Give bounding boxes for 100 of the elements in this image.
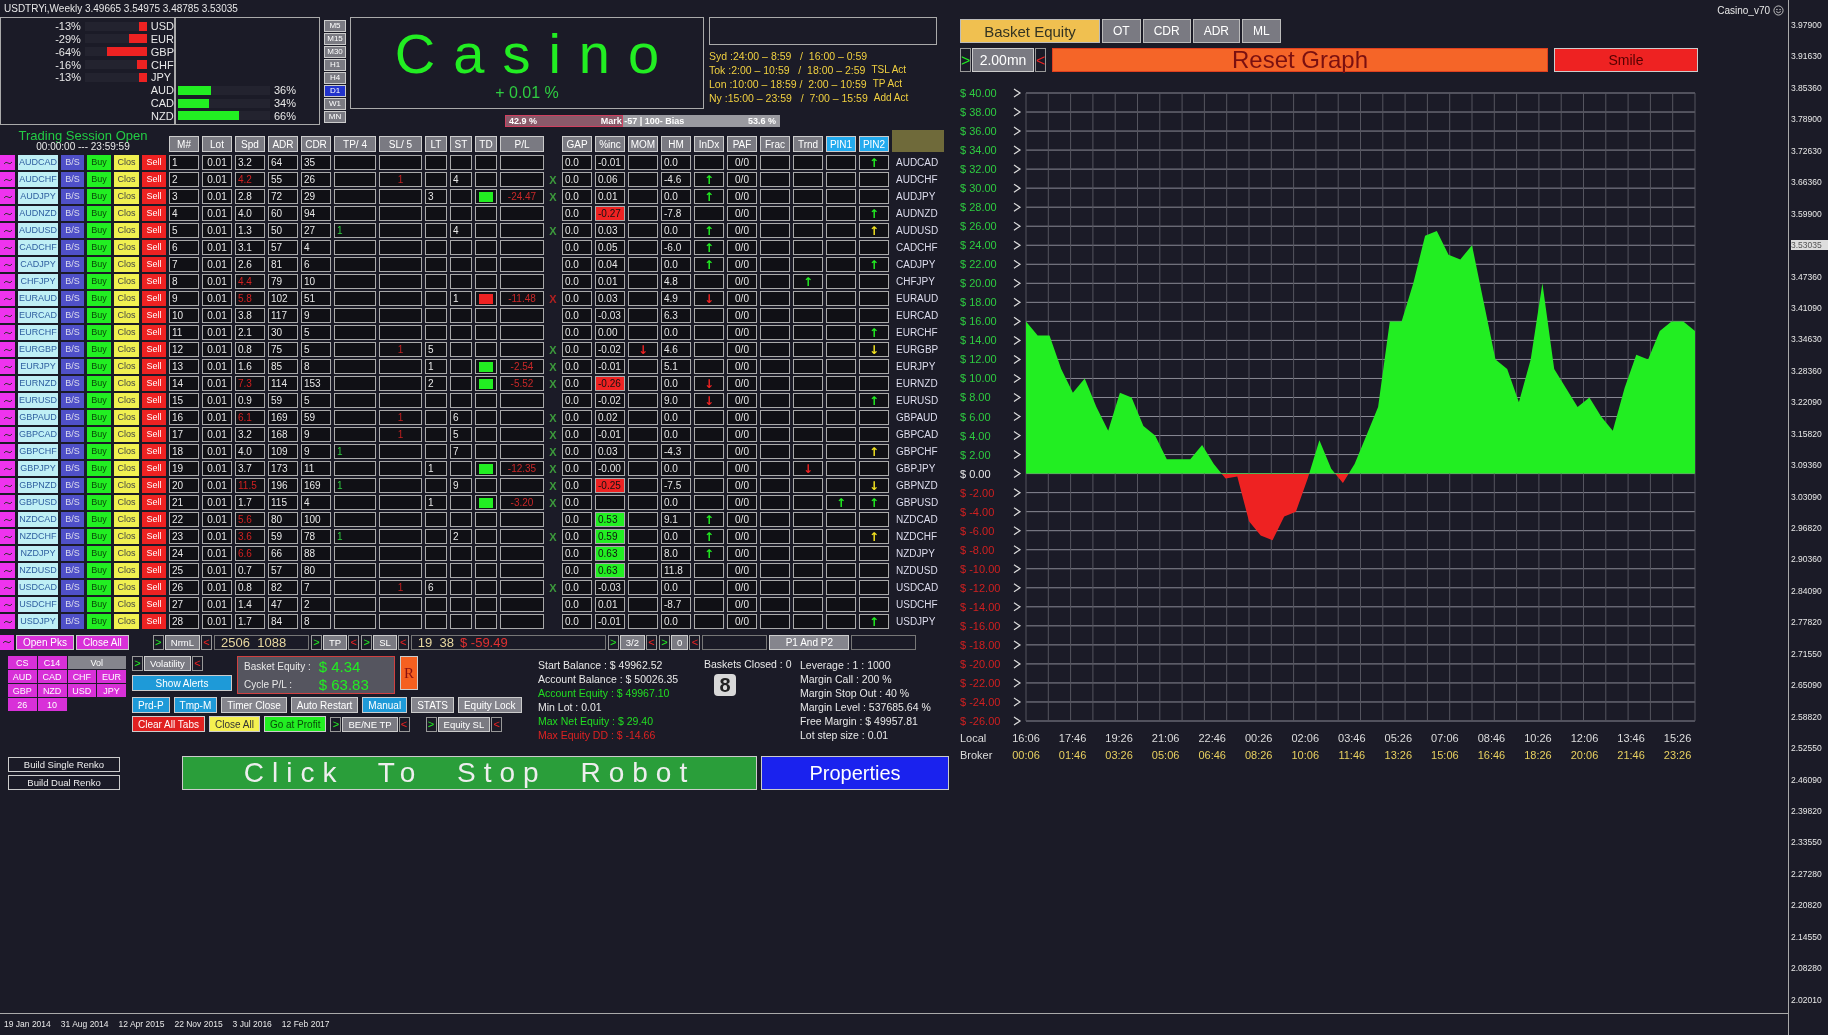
sell-button[interactable]: Sell [142, 240, 166, 255]
sell-button[interactable]: Sell [142, 257, 166, 272]
symbol-button[interactable]: AUDCAD [18, 155, 58, 170]
buy-sell-button[interactable]: B/S [61, 359, 84, 374]
take-profit-button[interactable]: TP [323, 634, 348, 650]
buy-sell-button[interactable]: B/S [61, 580, 84, 595]
timeframe-button[interactable]: D1 [324, 85, 346, 97]
symbol-button[interactable]: EURNZD [18, 376, 58, 391]
chart-tab[interactable]: ML [1242, 19, 1281, 43]
close-button[interactable]: Clos [114, 614, 139, 629]
sell-button[interactable]: Sell [142, 308, 166, 323]
chart-button[interactable] [0, 444, 15, 459]
increase-button[interactable]: > [330, 716, 342, 732]
buy-button[interactable]: Buy [87, 546, 111, 561]
close-button[interactable]: Clos [114, 529, 139, 544]
decrease-button[interactable]: < [348, 634, 360, 650]
pack-button[interactable]: Open Pks [16, 634, 74, 650]
timeframe-button[interactable]: M15 [324, 33, 346, 45]
chart-button[interactable] [0, 634, 14, 650]
control-button[interactable]: Auto Restart [290, 697, 359, 713]
filter-button[interactable]: 26 [8, 698, 37, 711]
buy-button[interactable]: Buy [87, 206, 111, 221]
breakeven-button[interactable]: BE/NE TP [342, 716, 398, 732]
decrease-button[interactable]: < [1035, 48, 1046, 72]
filter-button[interactable]: EUR [97, 670, 126, 683]
buy-sell-button[interactable]: B/S [61, 172, 84, 187]
reset-button[interactable]: R [400, 656, 418, 690]
buy-sell-button[interactable]: B/S [61, 461, 84, 476]
close-mark[interactable]: X [549, 479, 557, 492]
close-button[interactable]: Clos [114, 461, 139, 476]
filter-button[interactable]: NZD [37, 684, 67, 697]
buy-button[interactable]: Buy [87, 325, 111, 340]
close-button[interactable]: Clos [114, 223, 139, 238]
symbol-button[interactable]: EURUSD [18, 393, 58, 408]
filter-button[interactable]: AUD [8, 670, 37, 683]
sell-button[interactable]: Sell [142, 529, 166, 544]
buy-button[interactable]: Buy [87, 614, 111, 629]
close-button[interactable]: Clos [114, 427, 139, 442]
chart-tab[interactable]: OT [1102, 19, 1141, 43]
buy-sell-button[interactable]: B/S [61, 393, 84, 408]
chart-button[interactable] [0, 461, 15, 476]
sell-button[interactable]: Sell [142, 342, 166, 357]
filter-button[interactable]: CS [8, 656, 37, 669]
buy-sell-button[interactable]: B/S [61, 410, 84, 425]
control-button[interactable]: Tmp-M [173, 697, 218, 713]
close-button[interactable]: Clos [114, 546, 139, 561]
filter-button[interactable]: C14 [37, 656, 67, 669]
close-button[interactable]: Clos [114, 478, 139, 493]
sell-button[interactable]: Sell [142, 478, 166, 493]
symbol-button[interactable]: GBPUSD [18, 495, 58, 510]
control-button[interactable]: STATS [411, 697, 454, 713]
close-mark[interactable]: X [549, 190, 557, 203]
increase-button[interactable]: > [132, 656, 143, 671]
filter-button[interactable]: GBP [8, 684, 37, 697]
buy-sell-button[interactable]: B/S [61, 427, 84, 442]
chart-button[interactable] [0, 597, 15, 612]
buy-button[interactable]: Buy [87, 512, 111, 527]
sell-button[interactable]: Sell [142, 274, 166, 289]
sell-button[interactable]: Sell [142, 546, 166, 561]
increase-button[interactable]: > [361, 634, 373, 650]
close-button[interactable]: Clos [114, 512, 139, 527]
smile-button[interactable]: Smile [1554, 48, 1698, 72]
chart-button[interactable] [0, 495, 15, 510]
decrease-button[interactable]: < [201, 634, 213, 650]
chart-button[interactable] [0, 274, 15, 289]
sell-button[interactable]: Sell [142, 206, 166, 221]
filter-button[interactable]: USD [67, 684, 97, 697]
close-mark[interactable]: X [549, 343, 557, 356]
close-mark[interactable]: X [549, 173, 557, 186]
interval-button[interactable]: 2.00mn [972, 48, 1034, 72]
count-button[interactable]: 0 [671, 634, 689, 650]
control-button[interactable]: Equity Lock [457, 697, 522, 713]
symbol-button[interactable]: NZDUSD [18, 563, 58, 578]
close-button[interactable]: Clos [114, 308, 139, 323]
buy-sell-button[interactable]: B/S [61, 223, 84, 238]
buy-sell-button[interactable]: B/S [61, 614, 84, 629]
symbol-button[interactable]: GBPCAD [18, 427, 58, 442]
chart-button[interactable] [0, 478, 15, 493]
timeframe-button[interactable]: H1 [324, 59, 346, 71]
buy-sell-button[interactable]: B/S [61, 274, 84, 289]
sell-button[interactable]: Sell [142, 512, 166, 527]
close-button[interactable]: Clos [114, 495, 139, 510]
buy-button[interactable]: Buy [87, 291, 111, 306]
symbol-button[interactable]: AUDCHF [18, 172, 58, 187]
close-button[interactable]: Clos [114, 393, 139, 408]
close-button[interactable]: Clos [114, 206, 139, 221]
timeframe-button[interactable]: W1 [324, 98, 346, 110]
close-mark[interactable]: X [549, 496, 557, 509]
sell-button[interactable]: Sell [142, 359, 166, 374]
symbol-button[interactable]: AUDJPY [18, 189, 58, 204]
sell-button[interactable]: Sell [142, 597, 166, 612]
close-mark[interactable]: X [549, 411, 557, 424]
control-button[interactable]: Prd-P [132, 697, 170, 713]
close-button[interactable]: Clos [114, 376, 139, 391]
sell-button[interactable]: Sell [142, 172, 166, 187]
sell-button[interactable]: Sell [142, 461, 166, 476]
chart-button[interactable] [0, 580, 15, 595]
buy-sell-button[interactable]: B/S [61, 529, 84, 544]
buy-button[interactable]: Buy [87, 359, 111, 374]
sell-button[interactable]: Sell [142, 393, 166, 408]
